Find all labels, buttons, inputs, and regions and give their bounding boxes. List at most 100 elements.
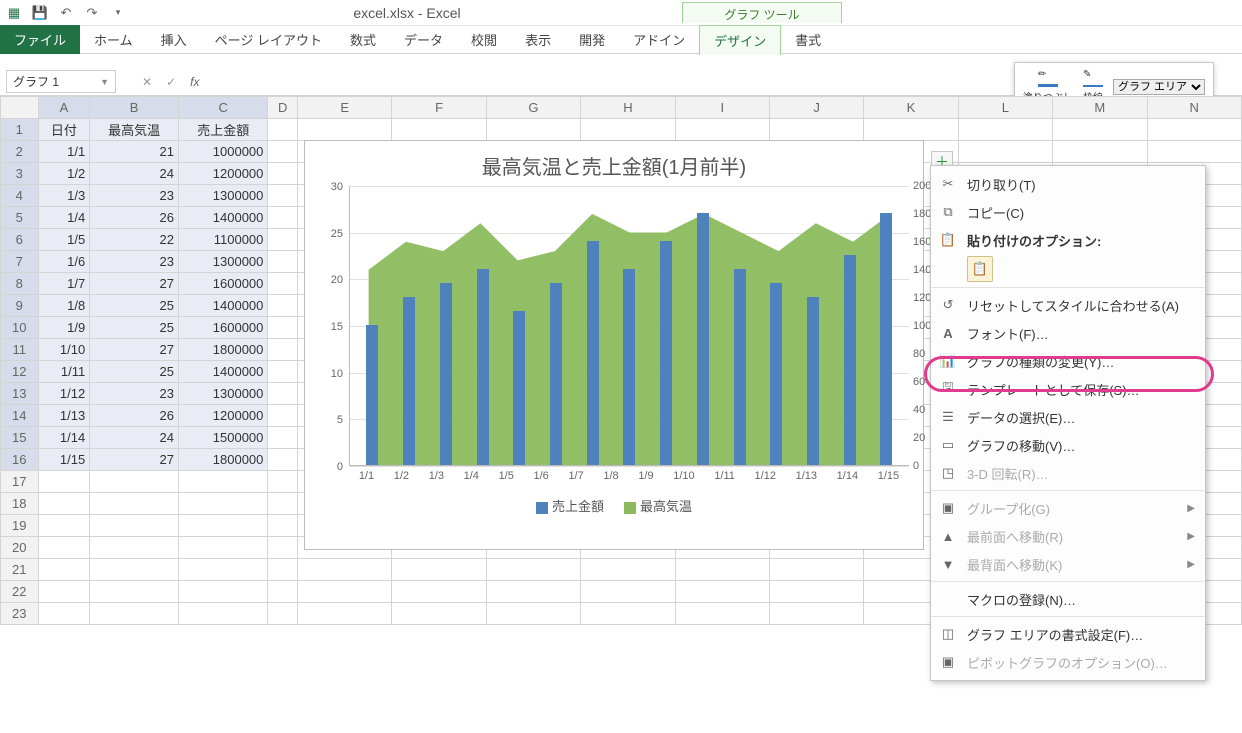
legend-swatch-bar xyxy=(536,502,548,514)
col-header[interactable]: D xyxy=(268,97,298,119)
qat-dropdown-icon[interactable]: ▾ xyxy=(110,5,126,21)
menu-group: ▣グループ化(G)▶ xyxy=(931,494,1205,522)
col-header[interactable]: H xyxy=(581,97,675,119)
save-template-icon: 🖫 xyxy=(939,378,957,400)
cell[interactable]: 日付 xyxy=(38,119,90,141)
row-header[interactable]: 9 xyxy=(1,295,39,317)
chart-title[interactable]: 最高気温と売上金額(1月前半) xyxy=(305,141,923,186)
send-back-icon: ▼ xyxy=(939,557,957,572)
legend-swatch-area xyxy=(624,502,636,514)
cell[interactable]: 売上金額 xyxy=(178,119,267,141)
save-icon[interactable]: 💾 xyxy=(32,5,48,21)
row-header[interactable]: 7 xyxy=(1,251,39,273)
chevron-down-icon[interactable]: ▼ xyxy=(100,77,109,87)
group-icon: ▣ xyxy=(939,500,957,516)
embedded-chart[interactable]: 最高気温と売上金額(1月前半) 020406080100120140160180… xyxy=(304,140,924,550)
row-header[interactable]: 14 xyxy=(1,405,39,427)
tab-review[interactable]: 校閲 xyxy=(457,25,511,54)
bar-series xyxy=(350,186,909,465)
scissors-icon: ✂ xyxy=(939,176,957,192)
tab-view[interactable]: 表示 xyxy=(511,25,565,54)
col-header[interactable]: E xyxy=(298,97,392,119)
plot-area[interactable]: 020406080100120140160180200 xyxy=(349,186,909,466)
bar xyxy=(440,283,452,465)
undo-icon[interactable]: ↶ xyxy=(58,5,74,21)
row-header[interactable]: 6 xyxy=(1,229,39,251)
menu-assign-macro[interactable]: マクロの登録(N)… xyxy=(931,585,1205,613)
col-header[interactable]: G xyxy=(486,97,580,119)
redo-icon[interactable]: ↷ xyxy=(84,5,100,21)
tab-file[interactable]: ファイル xyxy=(0,25,80,54)
menu-copy[interactable]: ⧉コピー(C) xyxy=(931,198,1205,226)
chart-element-selector[interactable]: グラフ エリア xyxy=(1113,79,1205,95)
menu-change-chart-type[interactable]: 📊グラフの種類の変更(Y)… xyxy=(931,347,1205,375)
tab-addin[interactable]: アドイン xyxy=(619,25,699,54)
row-header[interactable]: 1 xyxy=(1,119,39,141)
row-header[interactable]: 4 xyxy=(1,185,39,207)
menu-3d-rotation: ◳3-D 回転(R)… xyxy=(931,459,1205,487)
tab-developer[interactable]: 開発 xyxy=(565,25,619,54)
pivot-icon: ▣ xyxy=(939,654,957,670)
row-header[interactable]: 2 xyxy=(1,141,39,163)
fx-icon[interactable]: fx xyxy=(190,75,199,89)
col-header[interactable]: B xyxy=(90,97,179,119)
row-header[interactable]: 5 xyxy=(1,207,39,229)
select-data-icon: ☰ xyxy=(939,409,957,425)
select-all-corner[interactable] xyxy=(1,97,39,119)
row-header[interactable]: 19 xyxy=(1,515,39,537)
tab-insert[interactable]: 挿入 xyxy=(147,25,201,54)
tab-chart-format[interactable]: 書式 xyxy=(781,25,835,54)
clipboard-icon: 📋 xyxy=(939,232,957,248)
tab-home[interactable]: ホーム xyxy=(80,25,147,54)
menu-cut[interactable]: ✂切り取り(T) xyxy=(931,170,1205,198)
row-header[interactable]: 13 xyxy=(1,383,39,405)
menu-pivot-chart-options: ▣ピボットグラフのオプション(O)… xyxy=(931,648,1205,676)
menu-format-chart-area[interactable]: ◫グラフ エリアの書式設定(F)… xyxy=(931,620,1205,648)
col-header[interactable]: N xyxy=(1147,97,1242,119)
cancel-icon: ✕ xyxy=(142,75,152,89)
cell[interactable]: 最高気温 xyxy=(90,119,179,141)
title-bar: ▦ 💾 ↶ ↷ ▾ excel.xlsx - Excel グラフ ツール xyxy=(0,0,1242,26)
chart-legend[interactable]: 売上金額 最高気温 xyxy=(305,496,923,515)
col-header[interactable]: K xyxy=(864,97,958,119)
row-header[interactable]: 17 xyxy=(1,471,39,493)
row-header[interactable]: 22 xyxy=(1,581,39,603)
bar xyxy=(734,269,746,465)
row-header[interactable]: 16 xyxy=(1,449,39,471)
chart-tools-contextual-tab: グラフ ツール xyxy=(682,2,842,23)
row-header[interactable]: 20 xyxy=(1,537,39,559)
col-header[interactable]: J xyxy=(769,97,863,119)
row-header[interactable]: 3 xyxy=(1,163,39,185)
paste-option-button[interactable]: 📋 xyxy=(967,256,993,282)
excel-icon: ▦ xyxy=(6,5,22,21)
tab-formulas[interactable]: 数式 xyxy=(336,25,390,54)
col-header[interactable]: F xyxy=(392,97,486,119)
menu-move-chart[interactable]: ▭グラフの移動(V)… xyxy=(931,431,1205,459)
menu-bring-front: ▲最前面へ移動(R)▶ xyxy=(931,522,1205,550)
row-header[interactable]: 10 xyxy=(1,317,39,339)
name-box[interactable]: グラフ 1 ▼ xyxy=(6,70,116,93)
tab-data[interactable]: データ xyxy=(390,25,457,54)
tab-chart-design[interactable]: デザイン xyxy=(699,25,781,55)
row-header[interactable]: 15 xyxy=(1,427,39,449)
col-header[interactable]: I xyxy=(675,97,769,119)
row-header[interactable]: 23 xyxy=(1,603,39,625)
row-header[interactable]: 8 xyxy=(1,273,39,295)
enter-icon: ✓ xyxy=(166,75,176,89)
tab-page-layout[interactable]: ページ レイアウト xyxy=(201,25,336,54)
row-header[interactable]: 21 xyxy=(1,559,39,581)
menu-font[interactable]: Aフォント(F)… xyxy=(931,319,1205,347)
row-header[interactable]: 18 xyxy=(1,493,39,515)
col-header[interactable]: M xyxy=(1053,97,1147,119)
bar xyxy=(513,311,525,465)
col-header[interactable]: L xyxy=(958,97,1052,119)
menu-save-template[interactable]: 🖫テンプレートとして保存(S)… xyxy=(931,375,1205,403)
row-header[interactable]: 12 xyxy=(1,361,39,383)
col-header[interactable]: C xyxy=(178,97,267,119)
quick-access-toolbar: ▦ 💾 ↶ ↷ ▾ xyxy=(0,5,132,21)
col-header[interactable]: A xyxy=(38,97,90,119)
menu-select-data[interactable]: ☰データの選択(E)… xyxy=(931,403,1205,431)
row-header[interactable]: 11 xyxy=(1,339,39,361)
menu-reset-style[interactable]: ↺リセットしてスタイルに合わせる(A) xyxy=(931,291,1205,319)
bar xyxy=(844,255,856,465)
